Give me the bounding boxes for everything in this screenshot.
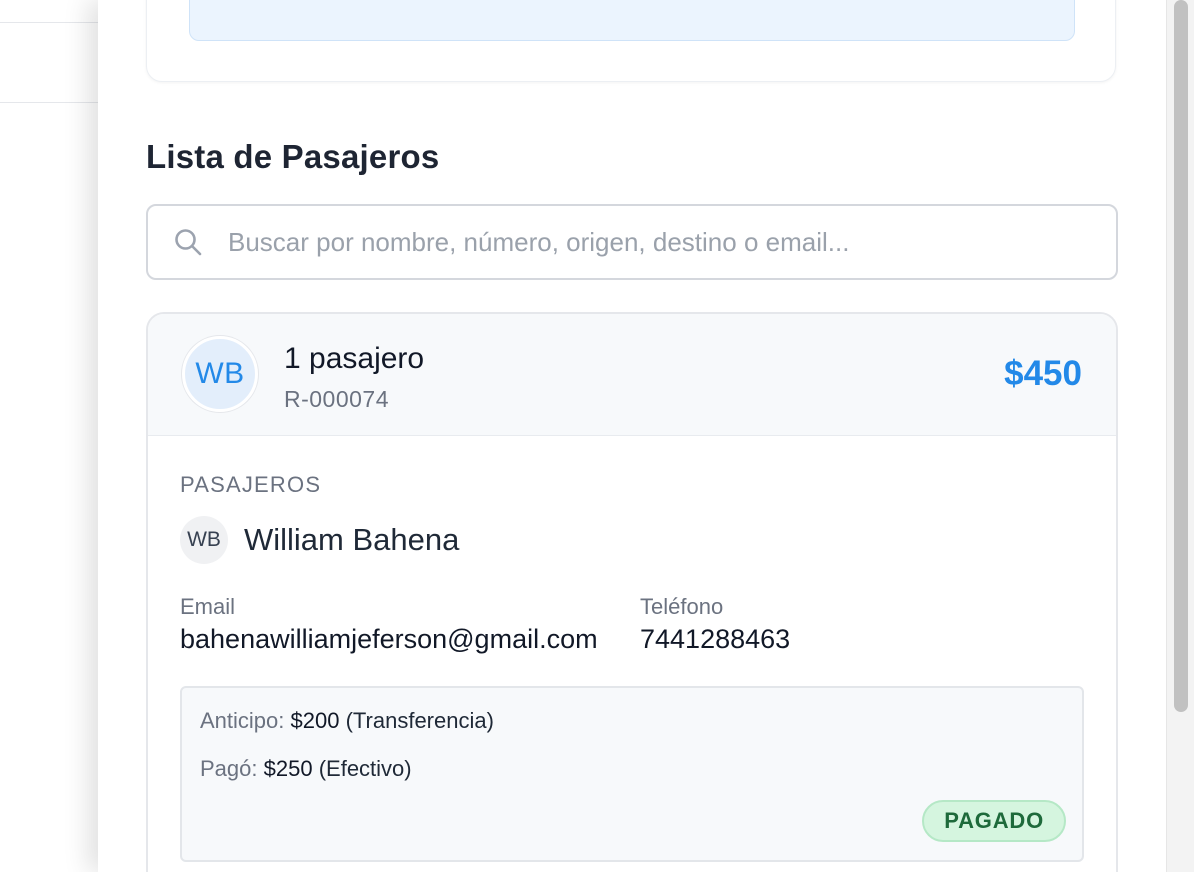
payment-label: Pagó: xyxy=(200,756,258,781)
passengers-heading: PASAJEROS xyxy=(180,472,322,497)
passenger-name: William Bahena xyxy=(244,522,460,557)
payment-row: Pagó: $250 (Efectivo) xyxy=(200,756,412,782)
divider xyxy=(0,102,110,103)
reservation-code: R-000074 xyxy=(284,386,390,412)
total-amount: $450 xyxy=(1004,354,1082,393)
passenger-count: 1 pasajero xyxy=(284,342,425,375)
phone-label: Teléfono xyxy=(640,594,724,619)
passenger-avatar: WB xyxy=(180,516,228,564)
background-page xyxy=(0,0,110,872)
status-badge: PAGADO xyxy=(922,800,1066,842)
payment-summary: Anticipo: $200 (Transferencia) Pagó: $25… xyxy=(180,686,1084,862)
payment-row: Anticipo: $200 (Transferencia) xyxy=(200,708,494,734)
email-value: bahenawilliamjeferson@gmail.com xyxy=(180,624,598,654)
payment-method: (Efectivo) xyxy=(318,756,412,781)
info-panel xyxy=(189,0,1075,41)
reservation-header[interactable]: WB 1 pasajero R-000074 $450 xyxy=(148,314,1116,436)
reservation-card[interactable]: WB 1 pasajero R-000074 $450 PASAJEROS WB… xyxy=(146,312,1118,872)
divider xyxy=(0,22,110,23)
payment-amount: $250 xyxy=(263,756,313,781)
search-icon xyxy=(175,229,202,256)
phone-value: 7441288463 xyxy=(640,624,791,654)
email-label: Email xyxy=(180,594,236,619)
avatar: WB xyxy=(182,336,258,412)
payment-method: (Transferencia) xyxy=(345,708,494,733)
section-title: Lista de Pasajeros xyxy=(146,138,440,175)
search-bar[interactable] xyxy=(146,204,1118,280)
scrollbar-thumb[interactable] xyxy=(1174,0,1188,712)
info-card xyxy=(146,0,1116,82)
payment-amount: $200 xyxy=(290,708,340,733)
reservation-drawer: Lista de Pasajeros WB 1 pasajero R-00007… xyxy=(98,0,1166,872)
payment-label: Anticipo: xyxy=(200,708,285,733)
search-input[interactable] xyxy=(228,220,1098,264)
